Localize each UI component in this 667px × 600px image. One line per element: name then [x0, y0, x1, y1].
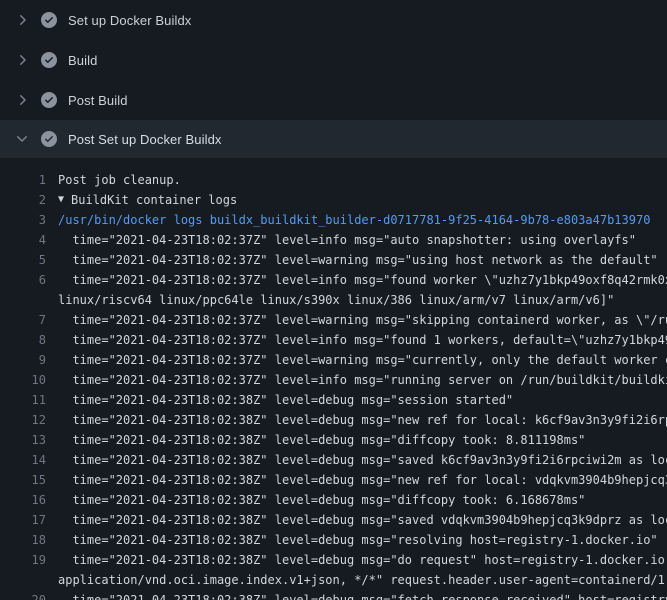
chevron-down-icon	[14, 131, 30, 147]
step-label: Set up Docker Buildx	[68, 13, 191, 28]
log-group-caret-icon[interactable]: ▼	[58, 190, 64, 210]
log-text: time="2021-04-23T18:02:37Z" level=info m…	[58, 330, 667, 350]
log-lines: 1 Post job cleanup. 2 ▼ BuildKit container l…	[0, 158, 667, 600]
step-label: Post Build	[68, 93, 128, 108]
log-row: 15 time="2021-04-23T18:02:38Z" level=deb…	[0, 470, 667, 490]
chevron-right-icon	[14, 12, 30, 28]
step-header-post-build[interactable]: Post Build	[0, 80, 667, 120]
log-line-number[interactable]: 7	[0, 310, 46, 330]
log-text: time="2021-04-23T18:02:37Z" level=warnin…	[58, 350, 667, 370]
log-text: time="2021-04-23T18:02:37Z" level=info m…	[58, 370, 667, 390]
log-row: application/vnd.oci.image.index.v1+json,…	[0, 570, 667, 590]
log-text: time="2021-04-23T18:02:38Z" level=debug …	[58, 490, 585, 510]
check-circle-icon	[41, 92, 57, 108]
check-circle-icon	[41, 131, 57, 147]
log-line-number[interactable]: 9	[0, 350, 46, 370]
log-line-number[interactable]: 14	[0, 450, 46, 470]
log-line-number[interactable]: 15	[0, 470, 46, 490]
log-row: 4 time="2021-04-23T18:02:37Z" level=info…	[0, 230, 667, 250]
log-text: time="2021-04-23T18:02:37Z" level=warnin…	[58, 310, 667, 330]
log-row: 3/usr/bin/docker logs buildx_buildkit_bu…	[0, 210, 667, 230]
log-line-number[interactable]: 11	[0, 390, 46, 410]
log-row: 2 ▼ BuildKit container logs	[0, 190, 667, 210]
log-row: 19 time="2021-04-23T18:02:38Z" level=deb…	[0, 550, 667, 570]
log-text: time="2021-04-23T18:02:38Z" level=debug …	[58, 590, 667, 600]
log-row: 12 time="2021-04-23T18:02:38Z" level=deb…	[0, 410, 667, 430]
log-text: linux/riscv64 linux/ppc64le linux/s390x …	[58, 290, 614, 310]
log-row: 1 Post job cleanup.	[0, 170, 667, 190]
log-row: 17 time="2021-04-23T18:02:38Z" level=deb…	[0, 510, 667, 530]
check-circle-icon	[41, 52, 57, 68]
log-group-title[interactable]: BuildKit container logs	[71, 190, 237, 210]
log-row: linux/riscv64 linux/ppc64le linux/s390x …	[0, 290, 667, 310]
log-line-number[interactable]: 4	[0, 230, 46, 250]
log-line-number[interactable]: 18	[0, 530, 46, 550]
log-row: 14 time="2021-04-23T18:02:38Z" level=deb…	[0, 450, 667, 470]
log-text: time="2021-04-23T18:02:38Z" level=debug …	[58, 430, 585, 450]
log-line-number[interactable]: 16	[0, 490, 46, 510]
step-label: Post Set up Docker Buildx	[68, 132, 222, 147]
log-row: 7 time="2021-04-23T18:02:37Z" level=warn…	[0, 310, 667, 330]
log-line-number[interactable]: 8	[0, 330, 46, 350]
log-line-number[interactable]: 19	[0, 550, 46, 570]
log-row: 5 time="2021-04-23T18:02:37Z" level=warn…	[0, 250, 667, 270]
chevron-right-icon	[14, 52, 30, 68]
log-line-number[interactable]: 20	[0, 590, 46, 600]
log-row: 10 time="2021-04-23T18:02:37Z" level=inf…	[0, 370, 667, 390]
log-row: 20 time="2021-04-23T18:02:38Z" level=deb…	[0, 590, 667, 600]
step-header-set-up-docker-buildx[interactable]: Set up Docker Buildx	[0, 0, 667, 40]
log-line-number[interactable]: 12	[0, 410, 46, 430]
steps-list: Set up Docker Buildx Build Post Build Post …	[0, 0, 667, 158]
step-header-post-set-up-docker-buildx[interactable]: Post Set up Docker Buildx	[0, 120, 667, 158]
log-line-number[interactable]: 13	[0, 430, 46, 450]
log-text: application/vnd.oci.image.index.v1+json,…	[58, 570, 667, 590]
log-text: time="2021-04-23T18:02:37Z" level=info m…	[58, 230, 636, 250]
log-text: Post job cleanup.	[58, 170, 181, 190]
log-text: time="2021-04-23T18:02:38Z" level=debug …	[58, 450, 667, 470]
log-text: time="2021-04-23T18:02:38Z" level=debug …	[58, 550, 667, 570]
log-row: 8 time="2021-04-23T18:02:37Z" level=info…	[0, 330, 667, 350]
chevron-right-icon	[14, 92, 30, 108]
log-line-number[interactable]: 6	[0, 270, 46, 290]
log-line-number[interactable]: 10	[0, 370, 46, 390]
log-row: 16 time="2021-04-23T18:02:38Z" level=deb…	[0, 490, 667, 510]
log-text: time="2021-04-23T18:02:38Z" level=debug …	[58, 510, 667, 530]
log-row: 11 time="2021-04-23T18:02:38Z" level=deb…	[0, 390, 667, 410]
log-row: 9 time="2021-04-23T18:02:37Z" level=warn…	[0, 350, 667, 370]
log-line-number[interactable]: 17	[0, 510, 46, 530]
check-circle-icon	[41, 12, 57, 28]
log-text: time="2021-04-23T18:02:38Z" level=debug …	[58, 530, 658, 550]
log-command-text: /usr/bin/docker logs buildx_buildkit_bui…	[58, 210, 650, 230]
log-row: 13 time="2021-04-23T18:02:38Z" level=deb…	[0, 430, 667, 450]
step-header-build[interactable]: Build	[0, 40, 667, 80]
log-text: time="2021-04-23T18:02:38Z" level=debug …	[58, 410, 667, 430]
log-row: 18 time="2021-04-23T18:02:38Z" level=deb…	[0, 530, 667, 550]
log-text: time="2021-04-23T18:02:38Z" level=debug …	[58, 470, 667, 490]
log-line-number[interactable]: 3	[0, 210, 46, 230]
log-text: time="2021-04-23T18:02:37Z" level=warnin…	[58, 250, 658, 270]
log-line-number[interactable]: 2	[0, 190, 46, 210]
log-line-number[interactable]: 5	[0, 250, 46, 270]
log-text: time="2021-04-23T18:02:37Z" level=info m…	[58, 270, 667, 290]
log-row: 6 time="2021-04-23T18:02:37Z" level=info…	[0, 270, 667, 290]
step-label: Build	[68, 53, 97, 68]
log-text: time="2021-04-23T18:02:38Z" level=debug …	[58, 390, 513, 410]
log-line-number[interactable]: 1	[0, 170, 46, 190]
